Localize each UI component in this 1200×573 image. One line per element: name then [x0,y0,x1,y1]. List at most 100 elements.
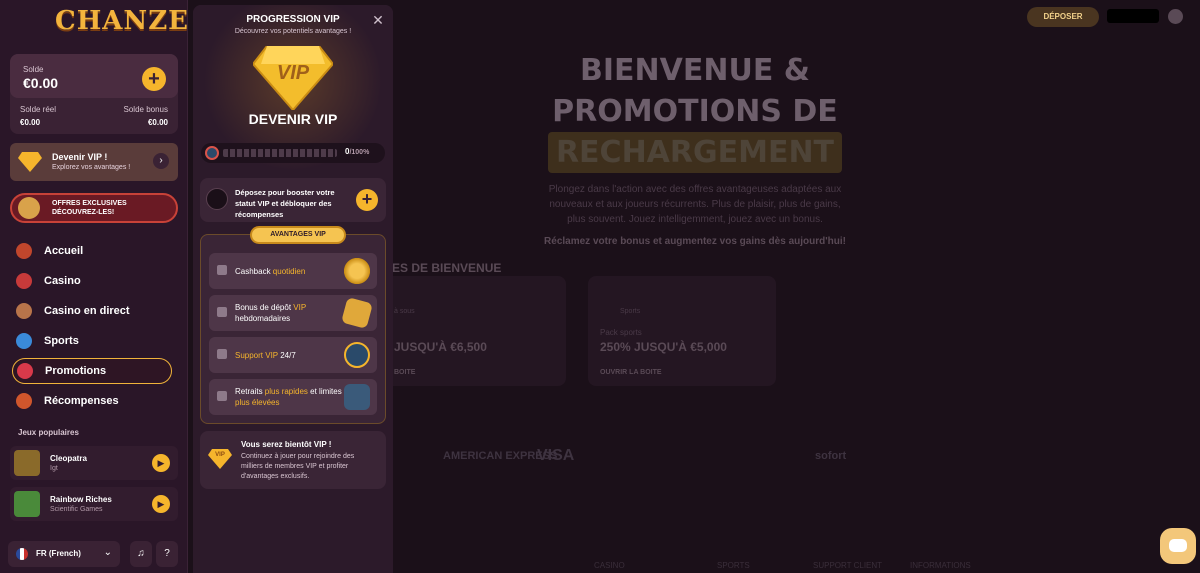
payment-sofort: sofort [815,450,847,462]
offers-line1: OFFRES EXCLUSIVES [52,200,127,207]
add-deposit-button[interactable]: + [356,189,378,211]
nav-sports[interactable]: Sports [12,328,172,354]
balance-value: €0.00 [23,75,59,91]
promo-tag: à sous [394,308,415,315]
soon-title: Vous serez bientôt VIP ! [241,440,332,449]
hero-claim: Réclamez votre bonus et augmentez vos ga… [544,236,846,247]
promotions-diamond-icon [17,363,33,379]
bonus-balance-label: Solde bonus [123,105,168,114]
promo-subtitle: Pack sports [600,328,642,337]
footer-support[interactable]: SUPPORT CLIENT [813,561,882,570]
language-label: FR (French) [36,549,81,558]
casino-icon [16,273,32,289]
game-thumbnail [14,491,40,517]
promo-amount: 250% JUSQU'À €5,000 [600,340,727,354]
nav-label: Promotions [45,365,107,377]
nav-label: Sports [44,335,79,347]
nav-label: Casino en direct [44,305,130,317]
chevron-down-icon: ⌄ [103,547,112,558]
game-thumbnail [14,450,40,476]
plus-icon: + [148,67,160,90]
promo-amount: JUSQU'À €6,500 [394,340,487,354]
vip-advantages-list: AVANTAGES VIP Cashback quotidien Bonus d… [200,226,386,424]
deposit-boost-text: Déposez pour booster votre statut VIP et… [235,188,335,219]
vip-card-subtitle: Explorez vos avantages ! [52,164,131,171]
deposit-boost-box: Déposez pour booster votre statut VIP et… [200,178,386,222]
promo-open-button[interactable]: OUVRIR LA BOITE [600,369,662,376]
bonus-balance-value: €0.00 [147,118,168,127]
balance-card: Solde €0.00 + Solde réel Solde bonus €0.… [10,54,178,134]
advantages-header: AVANTAGES VIP [250,226,346,244]
game-item-rainbow-riches[interactable]: Rainbow Riches Scientific Games ▶ [10,487,178,521]
treasure-icon [18,197,40,219]
game-provider: Igt [50,465,58,472]
close-icon[interactable]: ✕ [371,13,385,27]
nav-accueil[interactable]: Accueil [12,238,172,264]
vip-progression-panel: PROGRESSION VIP Découvrez vos potentiels… [193,5,393,573]
chat-bubble-icon [344,342,370,368]
hero-title: BIENVENUE & PROMOTIONS DE RECHARGEMENT [540,50,850,173]
devenir-vip-heading: DEVENIR VIP [248,111,338,127]
deposit-button[interactable]: DÉPOSER [1027,7,1099,27]
game-item-cleopatra[interactable]: Cleopatra Igt ▶ [10,446,178,480]
play-icon[interactable]: ▶ [152,454,170,472]
nav-promotions[interactable]: Promotions [12,358,172,384]
vip-card[interactable]: Devenir VIP ! Explorez vos avantages ! › [10,143,178,181]
benefit-support: Support VIP 24/7 [209,337,377,373]
footer-sports[interactable]: SPORTS [717,561,750,570]
vip-badge-text: VIP [276,62,310,84]
sports-ball-icon [16,333,32,349]
logo[interactable]: CHANZE [55,6,189,36]
vip-badge-icon: VIP [251,45,335,112]
welcome-section-title: ES DE BIENVENUE [392,261,502,275]
french-flag-icon [16,548,28,560]
vip-diamond-icon [18,152,42,172]
promo-tag: Sports [620,308,641,315]
chat-button[interactable] [1160,528,1196,564]
footer-info[interactable]: INFORMATIONS [910,561,971,570]
lock-icon [217,265,227,275]
vip-small-badge: VIP [215,452,225,458]
phone-bonus-icon [341,297,373,329]
game-title: Rainbow Riches [50,495,112,504]
language-selector[interactable]: FR (French) ⌄ [8,541,120,567]
exclusive-offers-banner[interactable]: OFFRES EXCLUSIVES DÉCOUVREZ-LES! [10,193,178,223]
home-icon [16,243,32,259]
live-casino-icon [16,303,32,319]
sidebar: CHANZE Solde €0.00 + Solde réel Solde bo… [0,0,188,573]
chat-icon [1169,539,1187,552]
play-icon[interactable]: ▶ [152,495,170,513]
cash-icon [344,384,370,410]
benefit-cashback: Cashback quotidien [209,253,377,289]
hero-title-line3: RECHARGEMENT [547,132,843,173]
hero-description: Plongez dans l'action avec des offres av… [548,184,842,225]
nav-label: Récompenses [44,395,119,407]
lock-icon [217,349,227,359]
promo-card-casino[interactable]: à sous JUSQU'À €6,500 BOITE [378,276,566,386]
wallet-icon [206,188,228,210]
hero-title-line1: BIENVENUE & [580,53,810,88]
footer-casino[interactable]: CASINO [594,561,625,570]
username-redacted[interactable] [1107,9,1159,23]
nav-label: Accueil [44,245,84,257]
benefit-withdrawals: Retraits plus rapides et limites plus él… [209,379,377,415]
deposit-plus-button[interactable]: + [142,67,166,91]
help-icon[interactable]: ? [156,541,178,567]
game-provider: Scientific Games [50,506,103,513]
progress-text: 0/100% [345,147,370,156]
nav-casino[interactable]: Casino [12,268,172,294]
lock-icon [217,307,227,317]
nav-live-casino[interactable]: Casino en direct [12,298,172,324]
game-title: Cleopatra [50,454,87,463]
promo-card-sports[interactable]: Sports Pack sports 250% JUSQU'À €5,000 O… [588,276,776,386]
avatar[interactable] [1168,9,1183,24]
nav-rewards[interactable]: Récompenses [12,388,172,414]
headset-icon[interactable]: ♫ [130,541,152,567]
offers-line2: DÉCOUVREZ-LES! [52,209,115,216]
sidebar-footer: FR (French) ⌄ ♫ ? [8,541,180,569]
promo-open-button[interactable]: BOITE [394,369,415,376]
panel-title: PROGRESSION VIP [246,14,340,25]
soon-description: Continuez à jouer pour rejoindre des mil… [241,453,355,480]
real-balance-value: €0.00 [20,118,41,127]
lock-icon [217,391,227,401]
